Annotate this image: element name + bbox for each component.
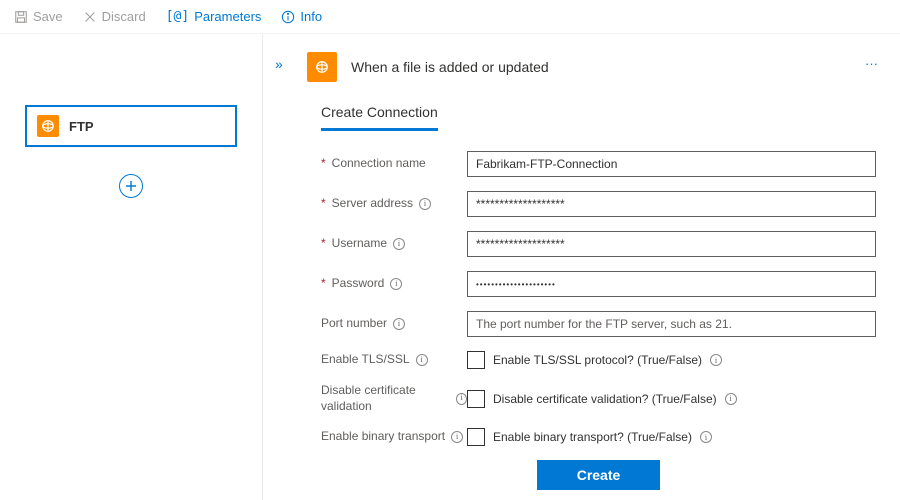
info-icon[interactable] — [419, 198, 431, 210]
ftp-icon — [307, 52, 337, 82]
parameters-icon: [@] — [166, 9, 189, 24]
row-username: Username ******************* — [321, 231, 876, 257]
info-icon[interactable] — [451, 431, 463, 443]
node-title: FTP — [69, 119, 94, 134]
label-conn-name: Connection name — [321, 156, 467, 172]
discard-label: Discard — [102, 9, 146, 24]
designer-canvas[interactable]: FTP — [0, 34, 263, 500]
command-toolbar: Save Discard [@] Parameters Info — [0, 0, 900, 34]
label-server: Server address — [321, 196, 467, 212]
info-icon[interactable] — [700, 431, 712, 443]
info-icon[interactable] — [393, 318, 405, 330]
row-port: Port number The port number for the FTP … — [321, 311, 876, 337]
tls-checkbox-wrap: Enable TLS/SSL protocol? (True/False) — [467, 351, 876, 369]
cert-checkbox[interactable] — [467, 390, 485, 408]
info-icon[interactable] — [456, 393, 467, 405]
save-icon — [14, 10, 28, 24]
binary-desc: Enable binary transport? (True/False) — [493, 430, 692, 444]
binary-checkbox[interactable] — [467, 428, 485, 446]
row-cert: Disable certificate validation Disable c… — [321, 383, 876, 414]
row-conn-name: Connection name Fabrikam-FTP-Connection — [321, 151, 876, 177]
cert-checkbox-wrap: Disable certificate validation? (True/Fa… — [467, 390, 876, 408]
info-icon[interactable] — [725, 393, 737, 405]
plus-icon — [125, 180, 137, 192]
discard-icon — [83, 10, 97, 24]
create-button[interactable]: Create — [537, 460, 661, 490]
details-panel: » ··· When a file is added or updated Cr… — [263, 34, 900, 500]
cert-desc: Disable certificate validation? (True/Fa… — [493, 392, 717, 406]
info-icon[interactable] — [416, 354, 428, 366]
parameters-label: Parameters — [194, 9, 261, 24]
row-server: Server address ******************* — [321, 191, 876, 217]
label-password: Password — [321, 276, 467, 292]
tls-checkbox[interactable] — [467, 351, 485, 369]
button-row: Create — [321, 460, 876, 490]
info-label: Info — [300, 9, 322, 24]
input-server[interactable]: ******************* — [467, 191, 876, 217]
collapse-panel-button[interactable]: » — [275, 56, 281, 72]
ftp-icon — [37, 115, 59, 137]
discard-button[interactable]: Discard — [77, 5, 152, 28]
save-button[interactable]: Save — [8, 5, 69, 28]
workspace: FTP » ··· When a file is added or update… — [0, 34, 900, 500]
info-icon[interactable] — [393, 238, 405, 250]
trigger-node-ftp[interactable]: FTP — [26, 106, 236, 146]
tls-desc: Enable TLS/SSL protocol? (True/False) — [493, 353, 702, 367]
row-tls: Enable TLS/SSL Enable TLS/SSL protocol? … — [321, 351, 876, 369]
label-username: Username — [321, 236, 467, 252]
connection-section: Create Connection Connection name Fabrik… — [321, 104, 876, 490]
binary-checkbox-wrap: Enable binary transport? (True/False) — [467, 428, 876, 446]
info-icon[interactable] — [390, 278, 402, 290]
info-icon — [281, 10, 295, 24]
label-port: Port number — [321, 316, 467, 332]
panel-title: When a file is added or updated — [351, 59, 549, 75]
input-conn-name[interactable]: Fabrikam-FTP-Connection — [467, 151, 876, 177]
section-title: Create Connection — [321, 104, 438, 131]
panel-header: When a file is added or updated — [307, 52, 876, 82]
row-password: Password ••••••••••••••••••••• — [321, 271, 876, 297]
info-icon[interactable] — [710, 354, 722, 366]
more-options-button[interactable]: ··· — [865, 56, 878, 71]
save-label: Save — [33, 9, 63, 24]
input-port[interactable]: The port number for the FTP server, such… — [467, 311, 876, 337]
input-password[interactable]: ••••••••••••••••••••• — [467, 271, 876, 297]
row-binary: Enable binary transport Enable binary tr… — [321, 428, 876, 446]
label-cert: Disable certificate validation — [321, 383, 467, 414]
label-tls: Enable TLS/SSL — [321, 352, 467, 368]
add-step-button[interactable] — [119, 174, 143, 198]
input-username[interactable]: ******************* — [467, 231, 876, 257]
info-button[interactable]: Info — [275, 5, 328, 28]
label-binary: Enable binary transport — [321, 429, 467, 445]
parameters-button[interactable]: [@] Parameters — [160, 5, 268, 28]
